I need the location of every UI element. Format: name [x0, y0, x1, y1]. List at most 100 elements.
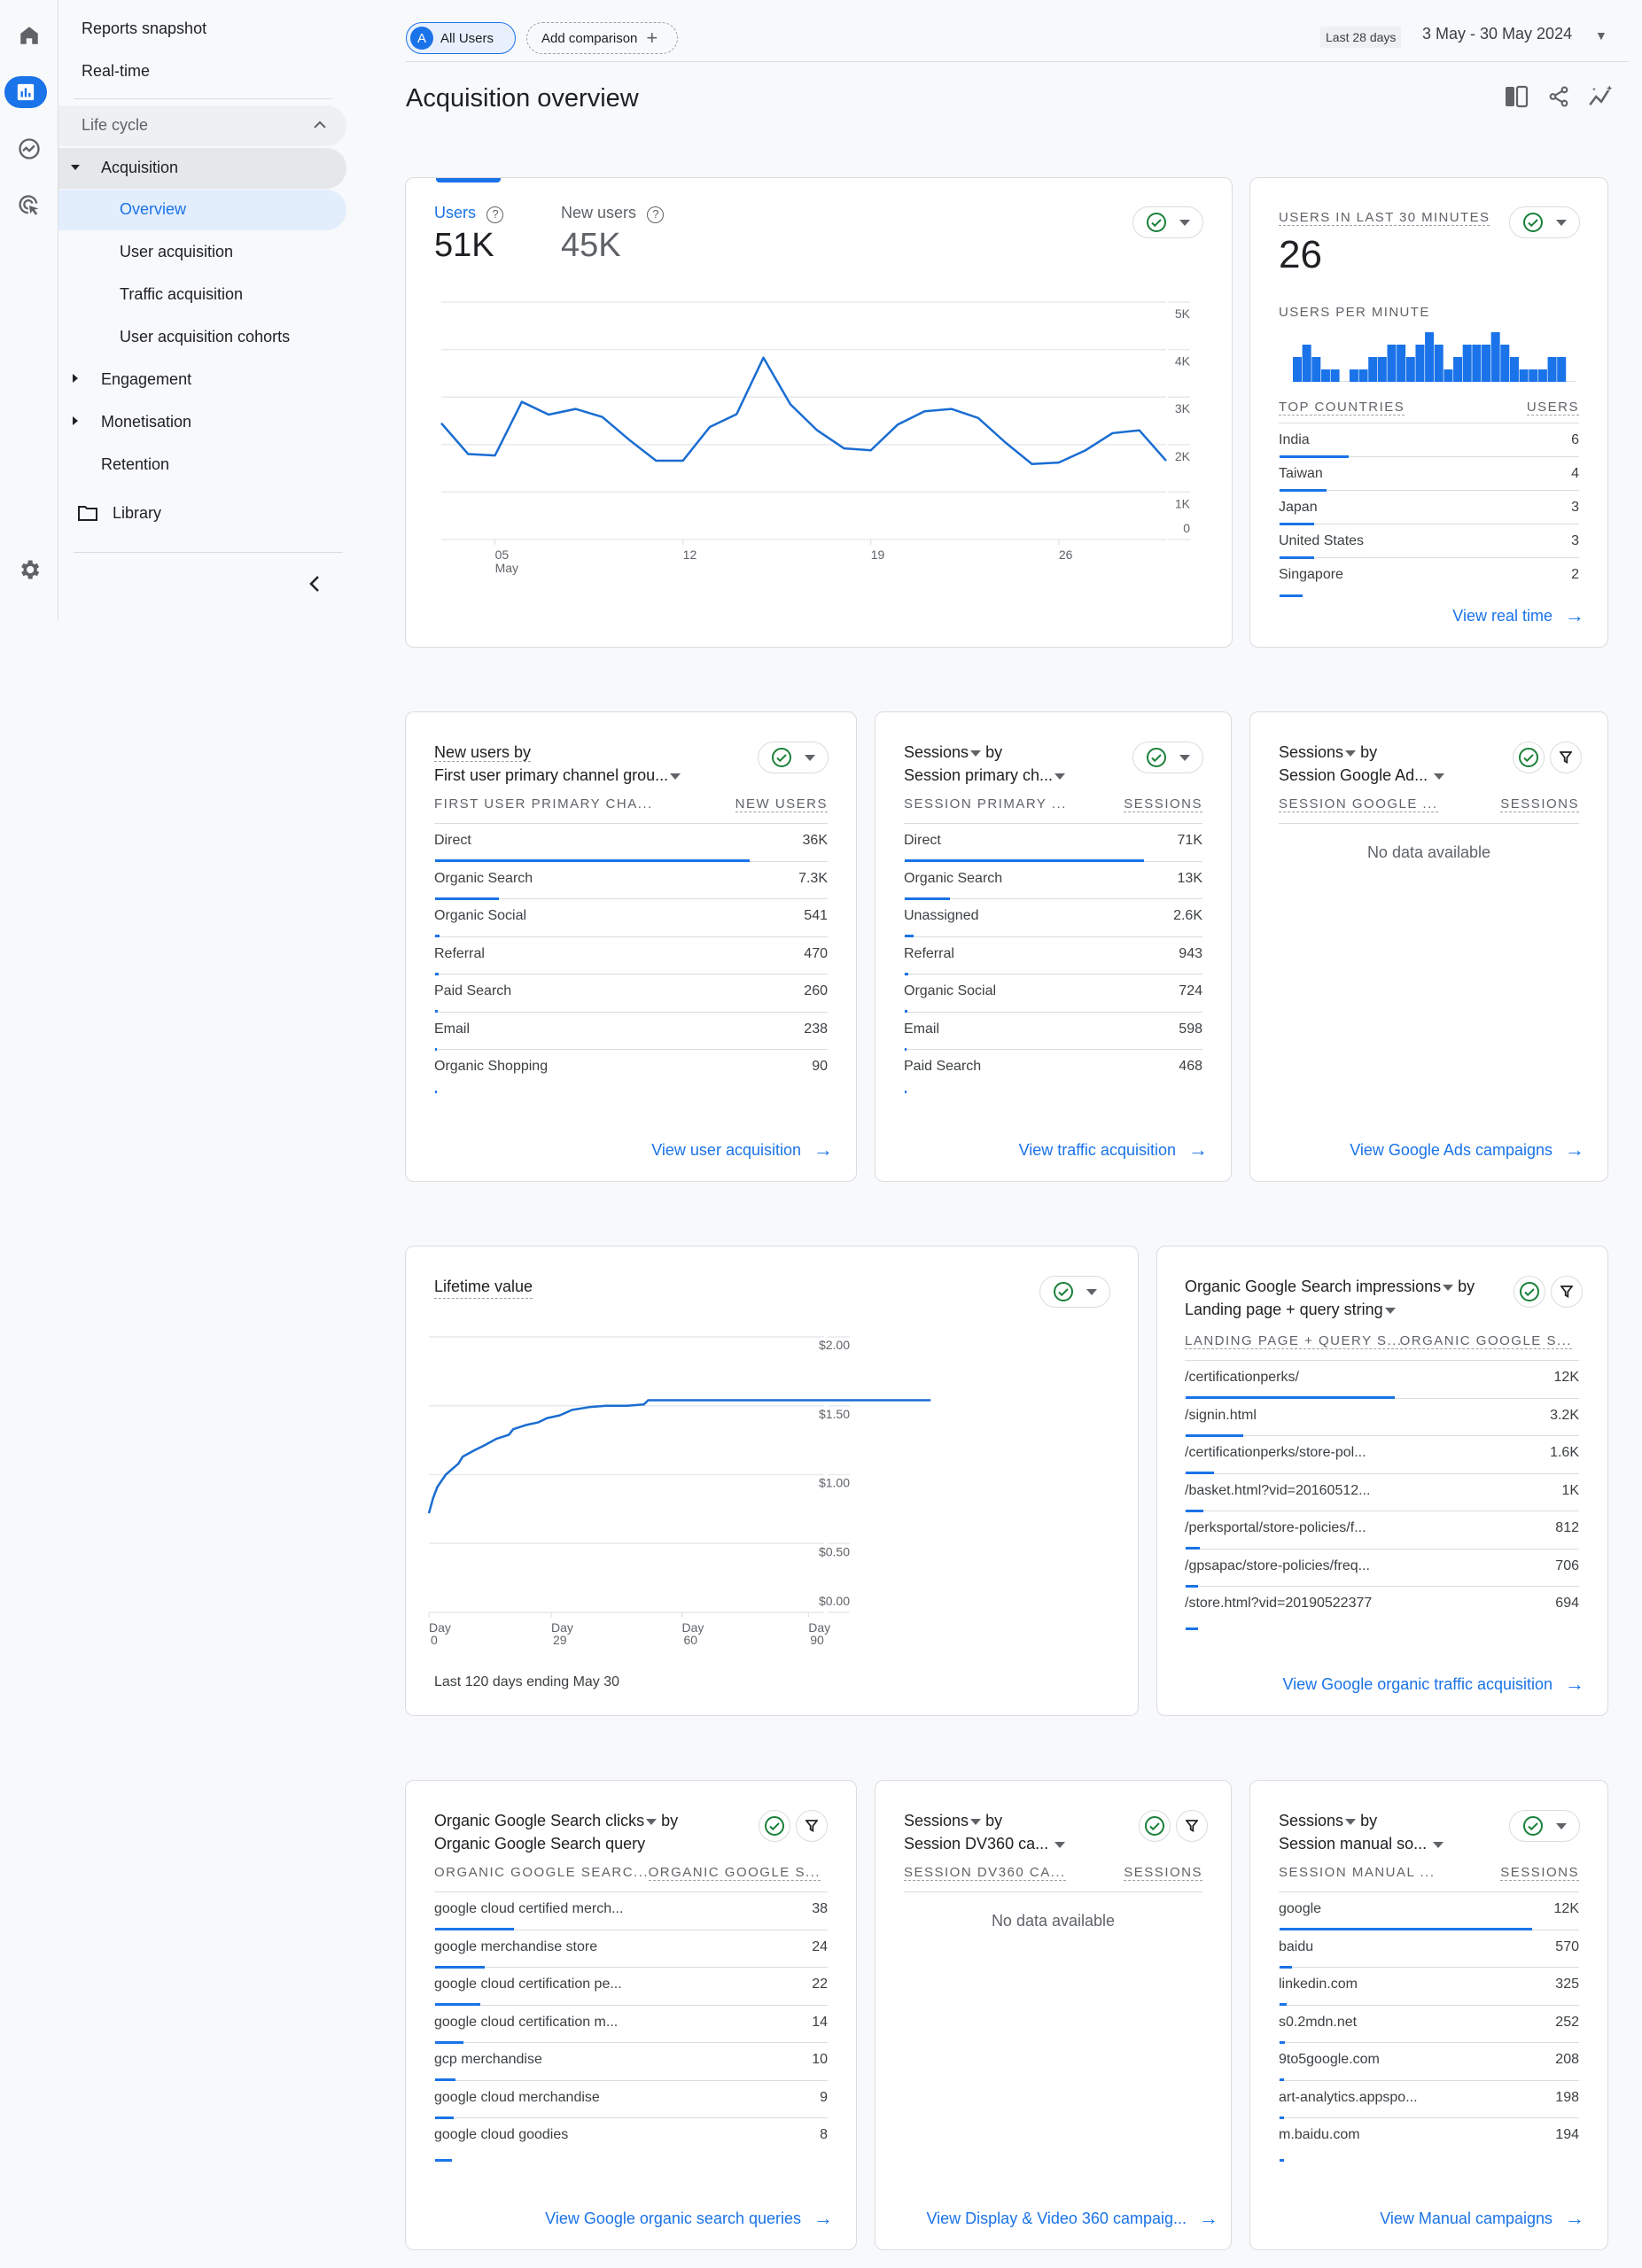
- collapse-icon[interactable]: [308, 574, 321, 594]
- dimension-selector[interactable]: Landing page + query string: [1185, 1301, 1383, 1318]
- col-head-dimension[interactable]: SESSION MANUAL ...: [1279, 1865, 1435, 1880]
- home-icon[interactable]: [12, 18, 47, 53]
- col-head-dimension[interactable]: FIRST USER PRIMARY CHA...: [434, 796, 653, 812]
- col-head-metric[interactable]: SESSIONS: [1124, 796, 1202, 812]
- metric-selector[interactable]: Organic Google Search impressions: [1185, 1278, 1441, 1295]
- table-row[interactable]: Direct 71K: [904, 824, 1202, 862]
- col-head-dimension[interactable]: ORGANIC GOOGLE SEARC...: [434, 1865, 649, 1880]
- compare-menu-button[interactable]: [1132, 742, 1203, 773]
- table-row[interactable]: Japan 3: [1279, 491, 1579, 525]
- col-head-country[interactable]: TOP COUNTRIES: [1279, 400, 1405, 416]
- table-row[interactable]: google cloud certified merch... 38: [434, 1892, 828, 1930]
- col-head-users[interactable]: USERS: [1526, 400, 1579, 416]
- nav-retention[interactable]: Retention: [101, 444, 169, 485]
- nav-user-acquisition[interactable]: User acquisition: [120, 231, 233, 272]
- table-row[interactable]: /certificationperks/12K: [1185, 1361, 1579, 1399]
- view-google-ads-link[interactable]: View Google Ads campaigns →: [1350, 1138, 1584, 1161]
- nav-library[interactable]: Library: [113, 493, 161, 533]
- table-row[interactable]: /store.html?vid=20190522377 694: [1185, 1587, 1579, 1630]
- table-row[interactable]: art-analytics.appspo... 198: [1279, 2081, 1579, 2119]
- table-row[interactable]: Email 238: [434, 1013, 828, 1051]
- col-head-dimension[interactable]: LANDING PAGE + QUERY S...: [1185, 1333, 1403, 1349]
- compare-menu-button[interactable]: [1509, 206, 1580, 238]
- metric-selector[interactable]: Sessions: [1279, 1812, 1343, 1829]
- table-row[interactable]: /gpsapac/store-policies/freq... 706: [1185, 1550, 1579, 1588]
- date-range-picker[interactable]: 3 May - 30 May 2024: [1422, 25, 1572, 43]
- filter-button[interactable]: [1176, 1810, 1208, 1842]
- view-organic-traffic-link[interactable]: View Google organic traffic acquisition →: [1282, 1673, 1584, 1696]
- col-head-metric[interactable]: NEW USERS: [735, 796, 828, 812]
- metric-selector[interactable]: Sessions: [904, 743, 969, 761]
- compare-button[interactable]: [1513, 742, 1545, 773]
- view-dv360-link[interactable]: View Display & Video 360 campaig... →: [926, 2207, 1218, 2230]
- table-row[interactable]: /basket.html?vid=20160512... 1K: [1185, 1474, 1579, 1512]
- col-head-metric[interactable]: SESSIONS: [1500, 796, 1579, 812]
- table-row[interactable]: Paid Search 468: [904, 1050, 1202, 1093]
- table-row[interactable]: google 12K: [1279, 1892, 1579, 1930]
- caret-down-icon[interactable]: [1345, 1818, 1357, 1825]
- caret-down-icon[interactable]: [1434, 773, 1445, 780]
- caret-down-icon[interactable]: [1443, 1284, 1454, 1291]
- table-row[interactable]: google cloud merchandise 9: [434, 2081, 828, 2119]
- nav-realtime[interactable]: Real-time: [82, 50, 150, 91]
- view-user-acquisition-link[interactable]: View user acquisition →: [651, 1138, 833, 1161]
- customize-report-icon[interactable]: [1501, 82, 1531, 112]
- col-head-dimension[interactable]: SESSION GOOGLE ...: [1279, 796, 1438, 812]
- explore-icon[interactable]: [12, 131, 47, 167]
- filter-button[interactable]: [1551, 1276, 1583, 1308]
- table-row[interactable]: Unassigned 2.6K: [904, 899, 1202, 937]
- table-row[interactable]: Email 598: [904, 1013, 1202, 1051]
- filter-button[interactable]: [796, 1810, 828, 1842]
- caret-down-icon[interactable]: [970, 750, 982, 757]
- reports-icon[interactable]: [4, 76, 47, 108]
- view-realtime-link[interactable]: View real time →: [1452, 604, 1584, 627]
- col-head-metric[interactable]: ORGANIC GOOGLE S...: [1399, 1333, 1572, 1349]
- compare-menu-button[interactable]: [1509, 1810, 1580, 1842]
- nav-acquisition[interactable]: Acquisition: [58, 148, 346, 189]
- col-head-dimension[interactable]: SESSION DV360 CA...: [904, 1865, 1066, 1881]
- table-row[interactable]: Organic Search 13K: [904, 862, 1202, 900]
- table-row[interactable]: Organic Social 541: [434, 899, 828, 937]
- caret-down-icon[interactable]: [1384, 1307, 1396, 1314]
- table-row[interactable]: Referral 470: [434, 937, 828, 975]
- table-row[interactable]: 9to5google.com 208: [1279, 2043, 1579, 2081]
- nav-engagement[interactable]: Engagement: [101, 359, 191, 400]
- table-row[interactable]: gcp merchandise 10: [434, 2043, 828, 2081]
- share-icon[interactable]: [1544, 82, 1574, 112]
- title-metric[interactable]: New users by: [434, 743, 532, 762]
- table-row[interactable]: baidu 570: [1279, 1930, 1579, 1969]
- caret-down-icon[interactable]: [970, 1818, 982, 1825]
- table-row[interactable]: linkedin.com 325: [1279, 1968, 1579, 2006]
- table-row[interactable]: /certificationperks/store-pol... 1.6K: [1185, 1436, 1579, 1474]
- dimension-selector[interactable]: Session primary ch...: [904, 766, 1053, 784]
- metric-selector[interactable]: Sessions: [904, 1812, 969, 1829]
- caret-down-icon[interactable]: [1345, 750, 1357, 757]
- table-row[interactable]: m.baidu.com 194: [1279, 2118, 1579, 2162]
- filter-button[interactable]: [1550, 742, 1582, 773]
- col-head-metric[interactable]: SESSIONS: [1500, 1865, 1579, 1881]
- table-row[interactable]: /perksportal/store-policies/f... 812: [1185, 1511, 1579, 1550]
- settings-icon[interactable]: [12, 552, 47, 587]
- table-row[interactable]: google cloud certification m... 14: [434, 2006, 828, 2044]
- table-row[interactable]: google cloud certification pe... 22: [434, 1968, 828, 2006]
- nav-section-lifecycle[interactable]: Life cycle: [58, 105, 346, 146]
- caret-down-icon[interactable]: [670, 773, 681, 780]
- table-row[interactable]: Taiwan 4: [1279, 457, 1579, 492]
- nav-traffic-acquisition[interactable]: Traffic acquisition: [120, 274, 243, 315]
- col-head-dimension[interactable]: SESSION PRIMARY ...: [904, 796, 1067, 812]
- table-row[interactable]: Singapore 2: [1279, 558, 1579, 597]
- compare-button[interactable]: [1514, 1276, 1545, 1308]
- caret-down-icon[interactable]: [1054, 1841, 1066, 1848]
- dimension-selector[interactable]: Session Google Ad...: [1279, 766, 1428, 784]
- table-row[interactable]: Organic Shopping 90: [434, 1050, 828, 1093]
- nav-user-acquisition-cohorts[interactable]: User acquisition cohorts: [120, 316, 290, 357]
- compare-menu-button[interactable]: [758, 742, 829, 773]
- table-row[interactable]: Organic Social 724: [904, 975, 1202, 1013]
- caret-down-icon[interactable]: [1433, 1841, 1444, 1848]
- dimension-selector[interactable]: Session DV360 ca...: [904, 1835, 1048, 1852]
- compare-button[interactable]: [1139, 1810, 1171, 1842]
- table-row[interactable]: google merchandise store 24: [434, 1930, 828, 1969]
- table-row[interactable]: Organic Search 7.3K: [434, 862, 828, 900]
- col-head-metric[interactable]: ORGANIC GOOGLE S...: [648, 1865, 821, 1881]
- table-row[interactable]: India 6: [1279, 423, 1579, 458]
